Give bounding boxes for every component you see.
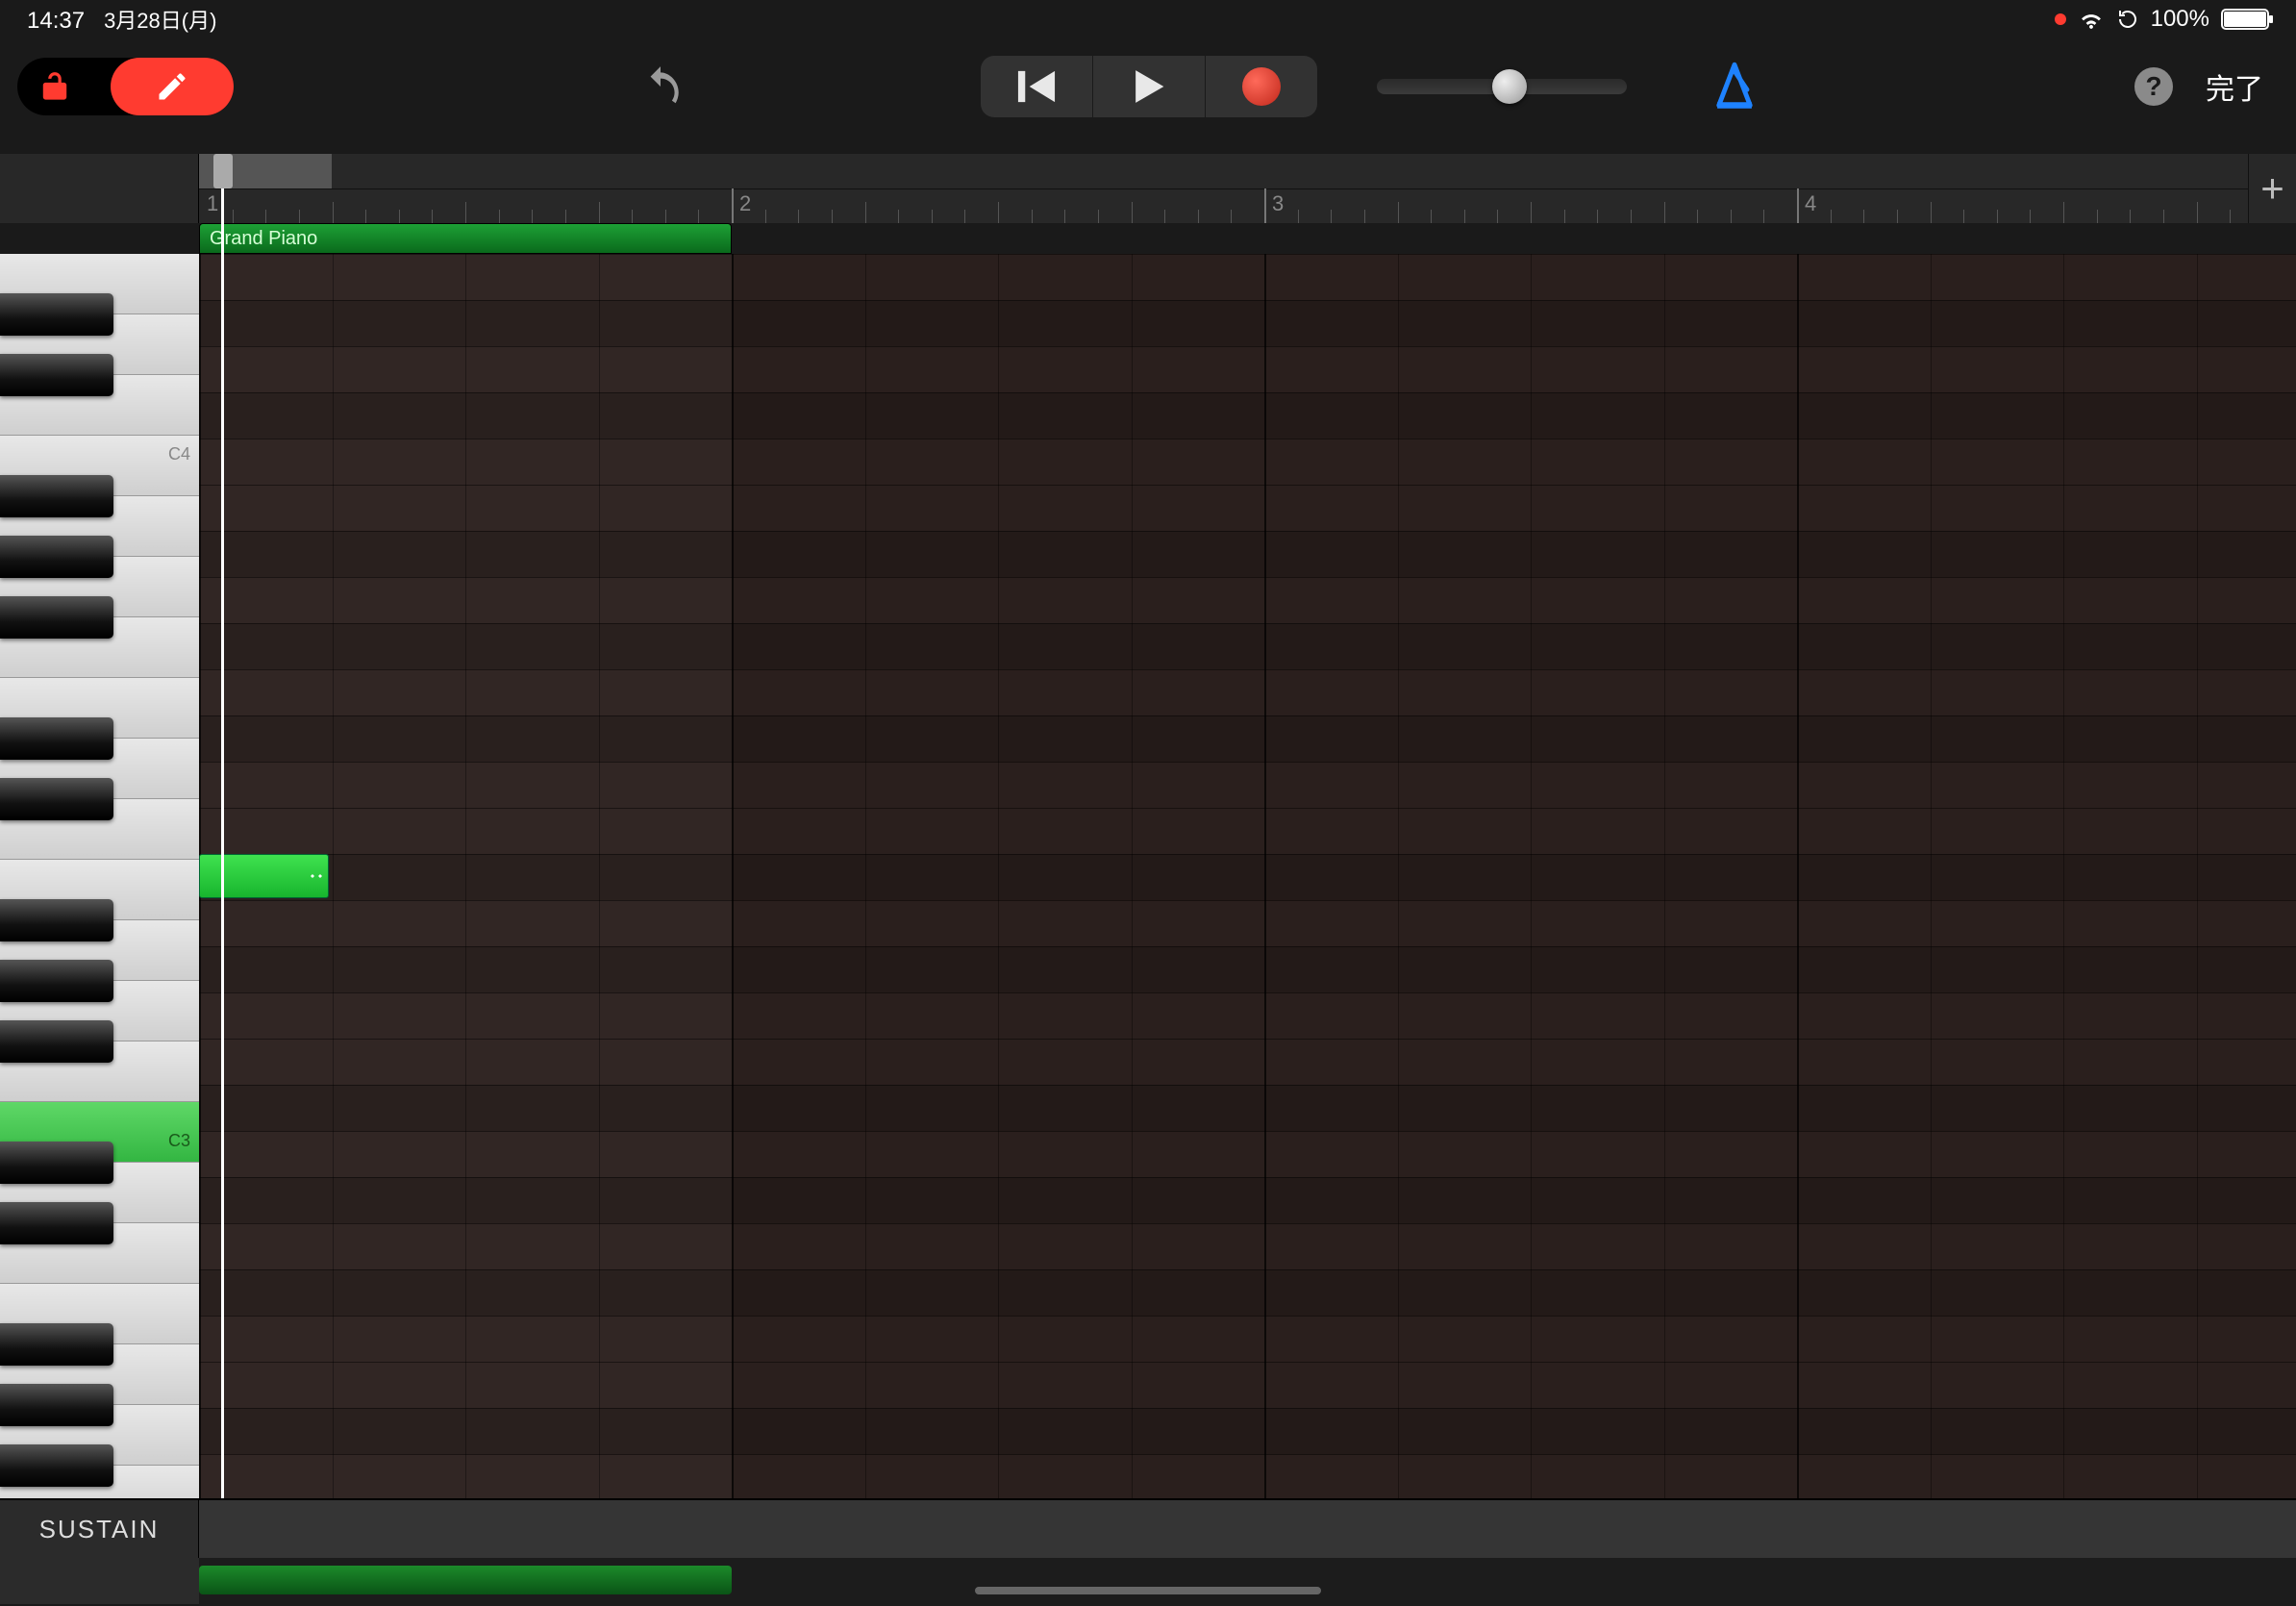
octave-label-c4: C4 — [168, 444, 190, 464]
piano-key-black[interactable] — [0, 1020, 113, 1063]
bar-number: 1 — [207, 191, 218, 216]
piano-key-black[interactable] — [0, 1202, 113, 1244]
help-button[interactable]: ? — [2134, 67, 2173, 106]
piano-key-black[interactable] — [0, 717, 113, 760]
home-indicator[interactable] — [975, 1587, 1321, 1594]
bar-number: 2 — [739, 191, 751, 216]
piano-key-black[interactable] — [0, 354, 113, 396]
edit-button[interactable] — [111, 58, 234, 115]
piano-keyboard: C4 C3 — [0, 254, 199, 1498]
transport-controls — [981, 56, 1317, 117]
plus-icon: + — [2260, 165, 2284, 212]
timeline-ruler: 1 2 3 4 — [199, 154, 2296, 223]
piano-key-black[interactable] — [0, 1142, 113, 1184]
playhead-handle[interactable] — [213, 154, 233, 188]
sustain-upper-area[interactable] — [199, 1500, 2296, 1558]
master-volume-slider[interactable] — [1377, 79, 1627, 94]
piano-key-black[interactable] — [0, 1384, 113, 1426]
done-button[interactable]: 完了 — [2206, 65, 2263, 108]
piano-key-black[interactable] — [0, 778, 113, 820]
region-header: Grand Piano — [199, 223, 2296, 254]
play-button[interactable] — [1093, 56, 1205, 117]
piano-key-black[interactable] — [0, 899, 113, 941]
add-section-button[interactable]: + — [2248, 154, 2296, 223]
battery-percent: 100% — [2151, 6, 2209, 33]
midi-region[interactable]: Grand Piano — [199, 223, 732, 254]
record-button[interactable] — [1206, 56, 1317, 117]
sustain-track[interactable] — [199, 1558, 2296, 1606]
toolbar: ? 完了 — [0, 38, 2296, 135]
piano-key-black[interactable] — [0, 960, 113, 1002]
battery-icon — [2221, 9, 2269, 30]
lock-edit-toggle[interactable] — [17, 58, 234, 115]
undo-button[interactable] — [636, 63, 685, 111]
keyboard-header-gap — [0, 154, 199, 223]
bar-number: 3 — [1272, 191, 1284, 216]
metronome-button[interactable] — [1711, 62, 1758, 112]
status-bar: 14:37 3月28日(月) 100% — [0, 0, 2296, 38]
orientation-lock-icon — [2116, 8, 2139, 31]
piano-key-black[interactable] — [0, 536, 113, 578]
status-time: 14:37 — [27, 8, 85, 35]
bar-number: 4 — [1805, 191, 1816, 216]
sustain-event[interactable] — [199, 1566, 732, 1594]
record-icon — [1242, 67, 1281, 106]
playhead[interactable] — [221, 154, 224, 1604]
piano-roll: C4 C3 — [0, 254, 2296, 1498]
screen-record-indicator-icon — [2055, 13, 2066, 25]
octave-label-c3: C3 — [168, 1131, 190, 1151]
piano-key-black[interactable] — [0, 596, 113, 639]
piano-key-black[interactable] — [0, 1444, 113, 1487]
midi-note[interactable] — [199, 854, 329, 898]
slider-thumb-icon — [1492, 69, 1527, 104]
note-grid[interactable] — [199, 254, 2296, 1498]
piano-key-black[interactable] — [0, 293, 113, 336]
status-date: 3月28日(月) — [104, 4, 216, 35]
rewind-button[interactable] — [981, 56, 1092, 117]
sustain-label[interactable]: SUSTAIN — [0, 1500, 199, 1558]
piano-key-black[interactable] — [0, 475, 113, 517]
lock-open-icon — [38, 68, 71, 105]
wifi-icon — [2078, 9, 2105, 30]
piano-key-black[interactable] — [0, 1323, 113, 1366]
question-icon: ? — [2145, 71, 2161, 102]
pencil-icon — [155, 69, 189, 104]
